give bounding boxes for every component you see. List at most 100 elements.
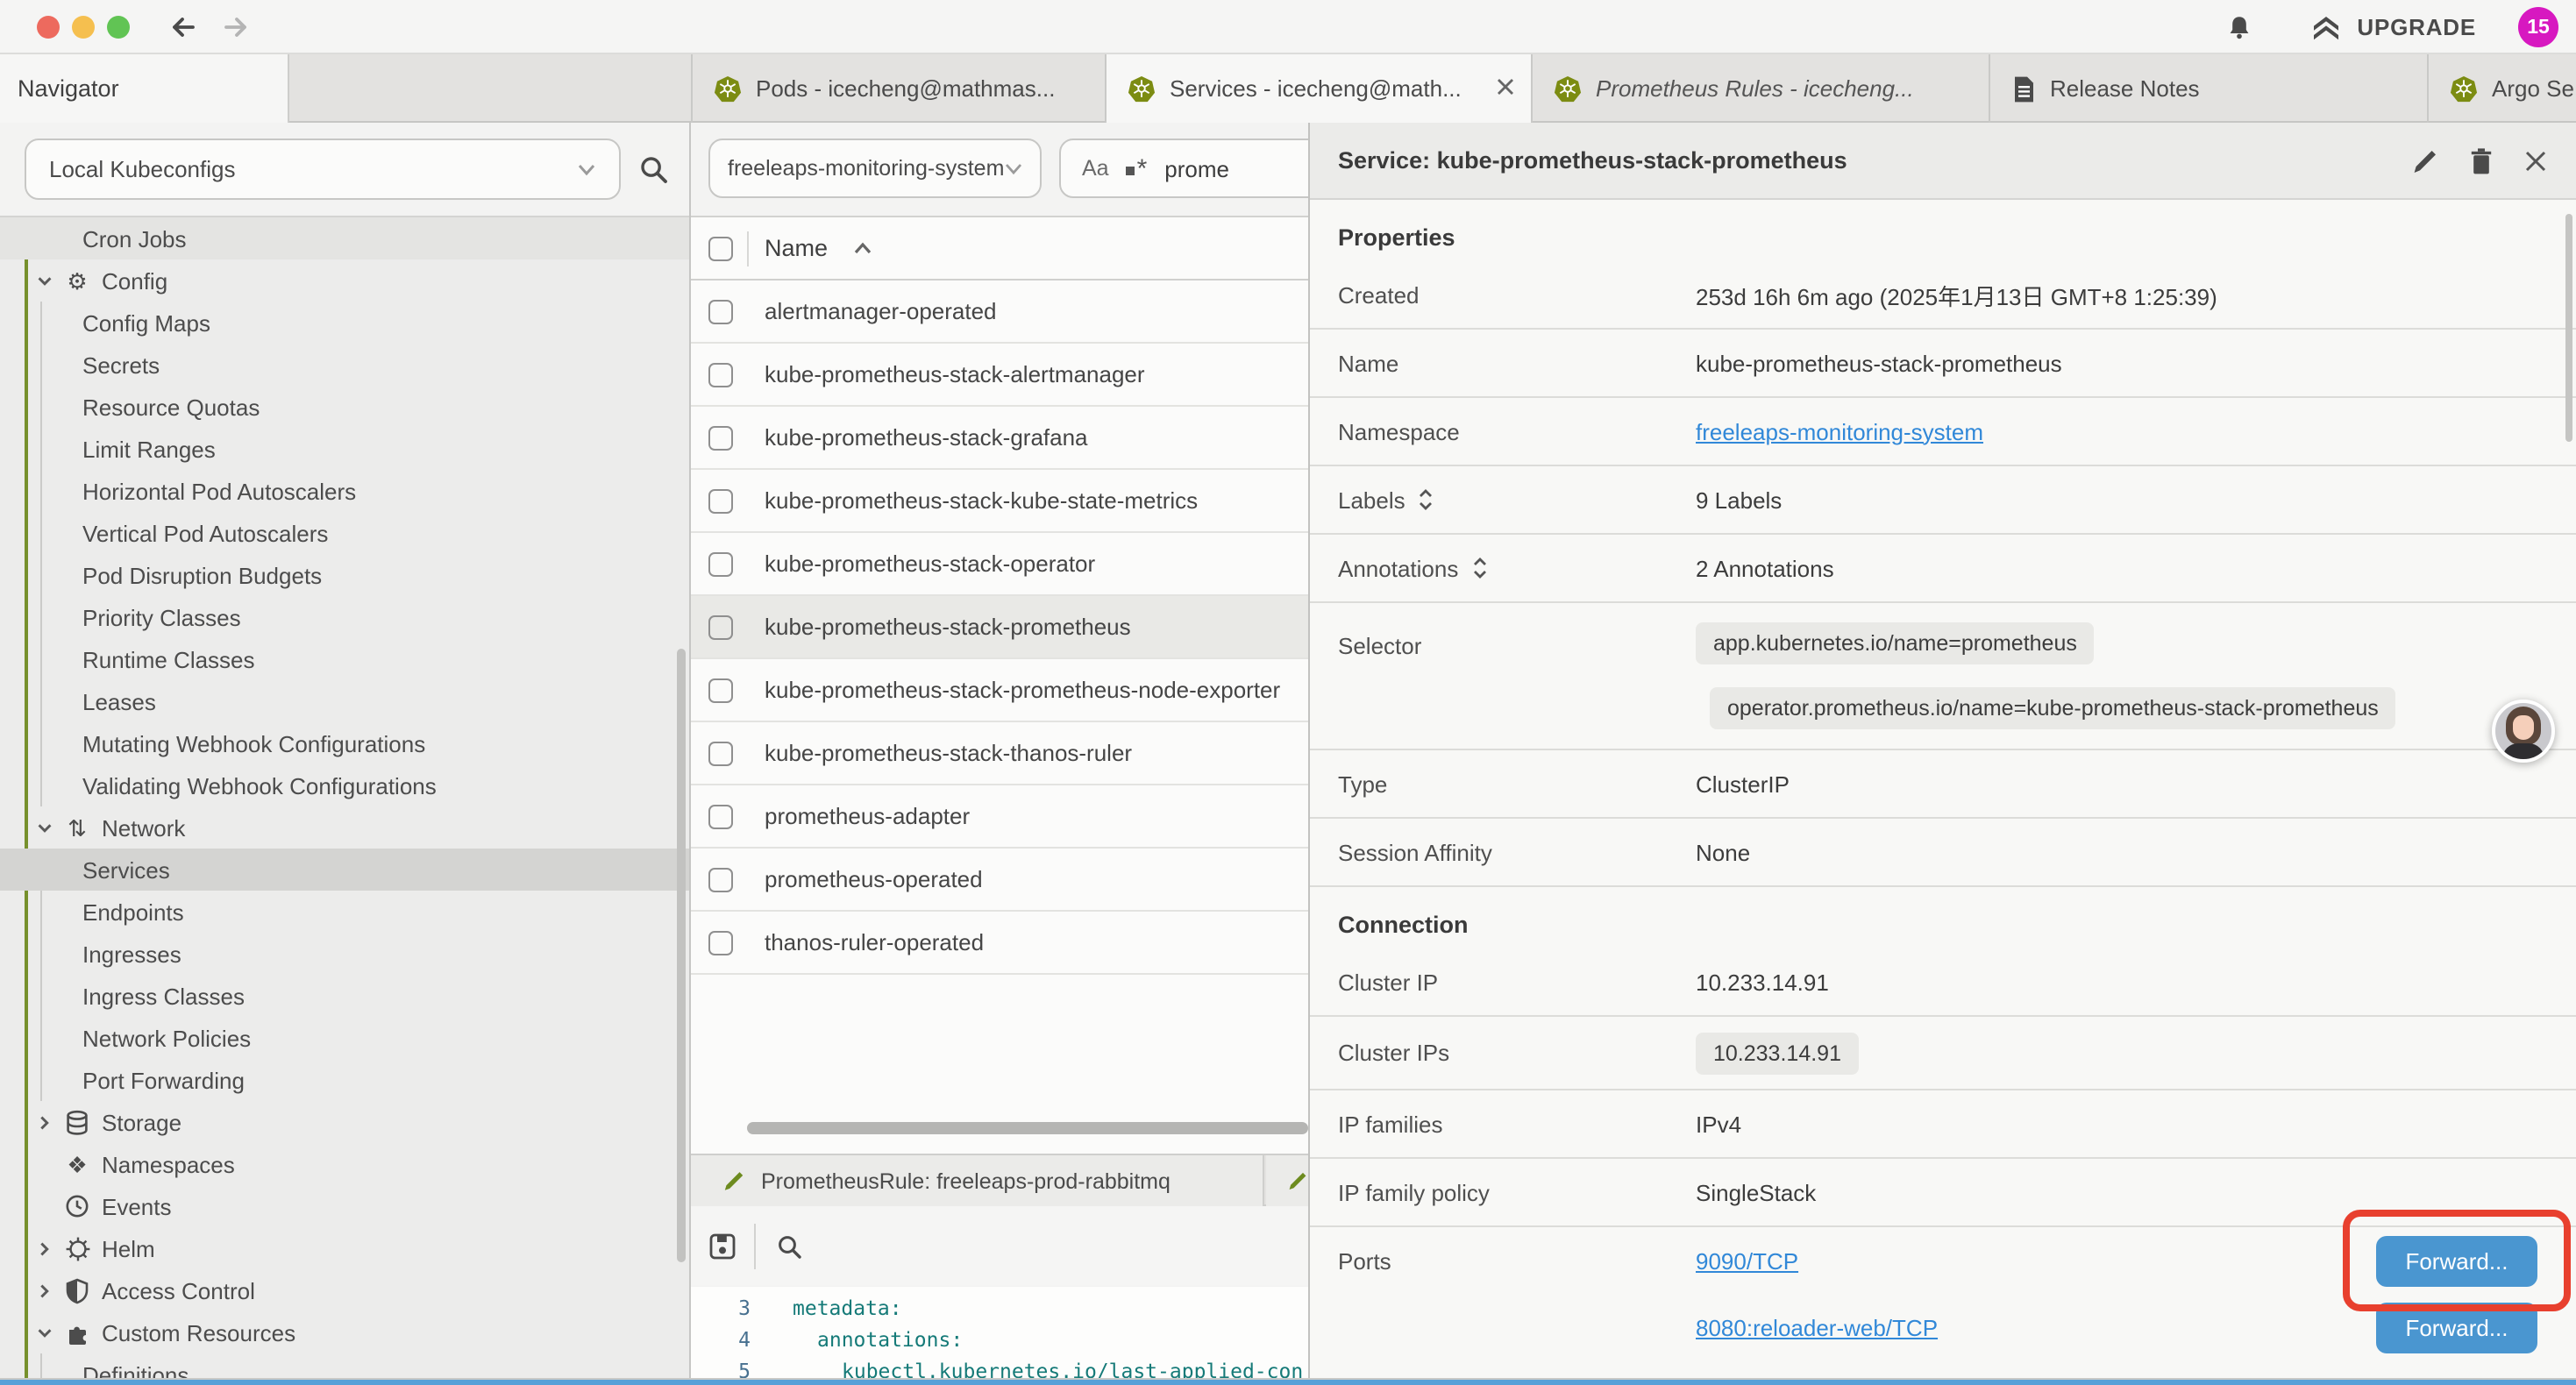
chevron-right-icon[interactable] [35,1239,54,1259]
sidebar-item-ingresses[interactable]: Ingresses [0,933,689,975]
chevron-right-icon[interactable] [35,1282,54,1301]
sidebar-item-vertical-pod-autoscalers[interactable]: Vertical Pod Autoscalers [0,512,689,554]
table-row[interactable]: kube-prometheus-stack-grafana [691,407,1308,470]
property-row-labels: Labels 9 Labels [1310,466,2576,535]
sidebar-item-horizontal-pod-autoscalers[interactable]: Horizontal Pod Autoscalers [0,470,689,512]
row-checkbox[interactable] [708,741,733,765]
sidebar-item-cron-jobs[interactable]: Cron Jobs [0,217,689,259]
row-checkbox[interactable] [708,804,733,828]
tab-prometheusrule-editor[interactable]: PrometheusRule: freeleaps-prod-rabbitmq [691,1155,1264,1206]
regex-toggle[interactable]: * [1127,153,1148,183]
select-all-checkbox[interactable] [708,236,733,260]
sidebar-item-network[interactable]: ⇅ Network [0,806,689,849]
horizontal-scrollbar[interactable] [747,1122,1308,1134]
tab-pods[interactable]: Pods - icecheng@mathmas... [691,54,1105,123]
forward-arrow-icon[interactable] [221,12,251,42]
chevron-down-icon[interactable] [35,819,54,838]
expander-icon[interactable] [1418,487,1435,512]
panel-scrollbar[interactable] [2565,214,2572,442]
table-row[interactable]: alertmanager-operated [691,281,1308,344]
notification-badge[interactable]: 15 [2518,7,2558,47]
sidebar-item-access-control[interactable]: Access Control [0,1269,689,1311]
yaml-editor[interactable]: 0', 'for': 'hm', labels :{ 'service' : 1… [691,1287,1308,1385]
table-row[interactable]: thanos-ruler-operated [691,912,1308,975]
sidebar-item-runtime-classes[interactable]: Runtime Classes [0,638,689,680]
row-checkbox[interactable] [708,930,733,955]
sidebar-item-priority-classes[interactable]: Priority Classes [0,596,689,638]
port-link-9090[interactable]: 9090/TCP [1696,1247,1798,1274]
sidebar-item-namespaces[interactable]: ❖ Namespaces [0,1143,689,1185]
tab-prometheus-rules[interactable]: Prometheus Rules - icecheng... [1531,54,1989,123]
bell-icon[interactable] [2225,13,2253,41]
table-row[interactable]: kube-prometheus-stack-thanos-ruler [691,722,1308,785]
section-heading-properties: Properties [1338,224,2576,251]
row-checkbox[interactable] [708,362,733,387]
table-row[interactable]: prometheus-adapter [691,785,1308,849]
sidebar-item-services[interactable]: Services [0,849,689,891]
minimize-window-button[interactable] [72,16,95,39]
chevron-right-icon[interactable] [35,1113,54,1133]
row-checkbox[interactable] [708,867,733,891]
expander-icon[interactable] [1470,556,1488,580]
tab-release-notes[interactable]: Release Notes [1989,54,2427,123]
avatar[interactable] [2492,700,2555,763]
filter-search-input[interactable]: Aa * prome [1059,138,1308,198]
table-row[interactable]: kube-prometheus-stack-operator [691,533,1308,596]
sidebar-item-resource-quotas[interactable]: Resource Quotas [0,386,689,428]
edit-pencil-icon[interactable] [2411,146,2439,174]
row-checkbox[interactable] [708,678,733,702]
row-checkbox[interactable] [708,614,733,639]
sidebar-item-label: Ingresses [0,941,181,967]
chevron-down-icon[interactable] [35,272,54,291]
tab-services[interactable]: Services - icecheng@math... [1105,54,1531,123]
trash-icon[interactable] [2469,146,2494,174]
table-row[interactable]: kube-prometheus-stack-prometheus-node-ex… [691,659,1308,722]
sidebar-item-mutating-webhook-configurations[interactable]: Mutating Webhook Configurations [0,722,689,764]
sidebar-scrollbar[interactable] [677,649,686,1262]
column-header-name[interactable]: Name [765,235,828,261]
save-icon[interactable] [708,1232,737,1261]
sidebar-item-ingress-classes[interactable]: Ingress Classes [0,975,689,1017]
close-icon[interactable] [2523,148,2548,173]
match-case-toggle[interactable]: Aa [1082,156,1109,181]
search-editor-icon[interactable] [777,1233,803,1260]
sidebar-item-port-forwarding[interactable]: Port Forwarding [0,1059,689,1101]
sidebar-item-events[interactable]: Events [0,1185,689,1227]
sidebar-item-config-maps[interactable]: Config Maps [0,302,689,344]
sidebar-item-helm[interactable]: Helm [0,1227,689,1269]
upgrade-button[interactable]: UPGRADE [2225,0,2476,54]
table-row[interactable]: prometheus-operated [691,849,1308,912]
sidebar-item-label: Limit Ranges [0,436,216,462]
row-checkbox[interactable] [708,299,733,323]
sidebar-item-secrets[interactable]: Secrets [0,344,689,386]
sidebar-item-config[interactable]: ⚙ Config [0,259,689,302]
back-arrow-icon[interactable] [168,12,198,42]
port-link-8080[interactable]: 8080:reloader-web/TCP [1696,1314,1938,1340]
maximize-window-button[interactable] [107,16,130,39]
sidebar-item-leases[interactable]: Leases [0,680,689,722]
kubeconfig-select[interactable]: Local Kubeconfigs [25,138,621,200]
sidebar-item-network-policies[interactable]: Network Policies [0,1017,689,1059]
search-icon[interactable] [638,154,670,186]
sort-ascending-icon[interactable] [852,240,873,256]
sidebar-item-limit-ranges[interactable]: Limit Ranges [0,428,689,470]
namespace-link[interactable]: freeleaps-monitoring-system [1696,418,1983,444]
table-row-selected[interactable]: kube-prometheus-stack-prometheus [691,596,1308,659]
namespace-select[interactable]: freeleaps-monitoring-system [708,138,1042,198]
row-checkbox[interactable] [708,551,733,576]
row-checkbox[interactable] [708,425,733,450]
sidebar-item-pod-disruption-budgets[interactable]: Pod Disruption Budgets [0,554,689,596]
tab-argo[interactable]: Argo Se [2427,54,2576,123]
tab-label: Services - icecheng@math... [1170,75,1462,102]
close-icon[interactable] [1496,77,1515,96]
row-checkbox[interactable] [708,488,733,513]
chevron-down-icon[interactable] [35,1324,54,1343]
sidebar-item-endpoints[interactable]: Endpoints [0,891,689,933]
close-window-button[interactable] [37,16,60,39]
tab-partial[interactable] [1266,1155,1308,1206]
sidebar-item-validating-webhook-configurations[interactable]: Validating Webhook Configurations [0,764,689,806]
sidebar-item-custom-resources[interactable]: Custom Resources [0,1311,689,1353]
sidebar-item-storage[interactable]: Storage [0,1101,689,1143]
table-row[interactable]: kube-prometheus-stack-alertmanager [691,344,1308,407]
table-row[interactable]: kube-prometheus-stack-kube-state-metrics [691,470,1308,533]
